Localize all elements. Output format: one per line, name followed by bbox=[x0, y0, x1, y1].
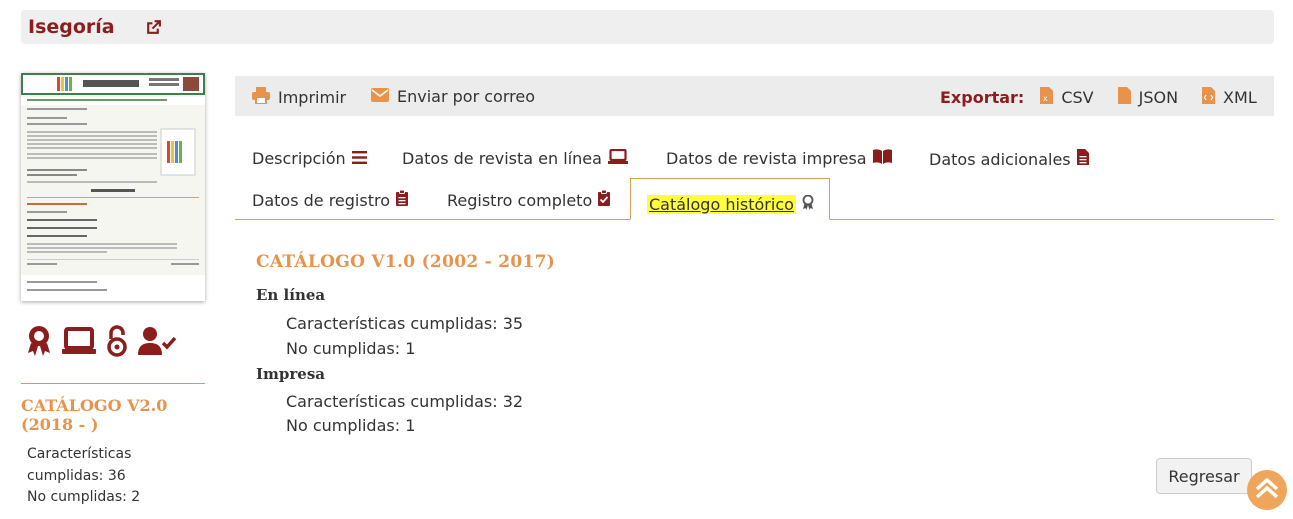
print-unmet-value: 1 bbox=[405, 416, 416, 435]
print-label: Imprimir bbox=[278, 88, 347, 107]
laptop-icon[interactable] bbox=[62, 326, 96, 360]
online-unmet-row: No cumplidas: 1 bbox=[286, 339, 415, 358]
print-met-value: 32 bbox=[502, 392, 524, 411]
laptop-icon bbox=[607, 148, 628, 168]
award-icon bbox=[802, 194, 814, 214]
tab-label: Datos de revista impresa bbox=[666, 149, 867, 168]
action-toolbar: Imprimir Enviar por correo Exportar: x C… bbox=[235, 76, 1274, 116]
email-label: Enviar por correo bbox=[397, 87, 535, 106]
award-icon[interactable] bbox=[26, 325, 52, 361]
clipboard-list-icon bbox=[396, 189, 408, 210]
tab-registro-completo[interactable]: Registro completo bbox=[447, 189, 611, 210]
tab-datos-en-linea[interactable]: Datos de revista en línea bbox=[402, 148, 628, 168]
journal-title-bar: Isegoría bbox=[21, 10, 1274, 44]
tab-label: Registro completo bbox=[447, 190, 593, 210]
print-met-row: Características cumplidas: 32 bbox=[286, 392, 523, 411]
online-met-label: Características cumplidas: bbox=[286, 314, 498, 333]
csv-label: CSV bbox=[1061, 88, 1094, 107]
online-met-value: 35 bbox=[502, 314, 524, 333]
json-label: JSON bbox=[1138, 88, 1179, 107]
tab-datos-impresa[interactable]: Datos de revista impresa bbox=[666, 149, 892, 168]
export-xml-button[interactable]: XML bbox=[1202, 87, 1257, 108]
export-label: Exportar: bbox=[940, 88, 1025, 107]
external-link-icon[interactable] bbox=[145, 19, 162, 40]
online-heading: En línea bbox=[256, 286, 326, 304]
sidebar-unmet-value: 2 bbox=[131, 489, 141, 505]
csv-file-icon: x bbox=[1040, 87, 1054, 108]
export-json-button[interactable]: JSON bbox=[1117, 87, 1179, 108]
list-icon bbox=[351, 149, 367, 168]
back-button[interactable]: Regresar bbox=[1156, 458, 1252, 494]
online-met-row: Características cumplidas: 35 bbox=[286, 314, 523, 333]
export-group: Exportar: x CSV JSON XML bbox=[940, 87, 1257, 108]
envelope-icon bbox=[371, 87, 389, 106]
book-open-icon bbox=[872, 149, 892, 168]
printer-icon bbox=[252, 87, 270, 108]
tab-datos-registro[interactable]: Datos de registro bbox=[252, 189, 408, 210]
chevron-up-icon bbox=[1254, 477, 1280, 503]
xml-label: XML bbox=[1223, 88, 1257, 107]
print-unmet-row: No cumplidas: 1 bbox=[286, 416, 415, 435]
website-thumbnail[interactable] bbox=[21, 73, 205, 301]
tab-catalogo-historico[interactable]: Catálogo histórico bbox=[630, 178, 830, 220]
xml-file-icon bbox=[1202, 87, 1216, 108]
email-button[interactable]: Enviar por correo bbox=[371, 87, 535, 106]
indexing-badges bbox=[26, 325, 177, 361]
print-met-label: Características cumplidas: bbox=[286, 392, 498, 411]
tab-descripcion[interactable]: Descripción bbox=[252, 149, 367, 168]
print-unmet-label: No cumplidas: bbox=[286, 416, 401, 435]
online-unmet-label: No cumplidas: bbox=[286, 339, 401, 358]
export-csv-button[interactable]: x CSV bbox=[1040, 87, 1094, 108]
tab-datos-adicionales[interactable]: Datos adicionales bbox=[929, 149, 1089, 169]
json-file-icon bbox=[1117, 87, 1131, 108]
sidebar-catalog-title: CATÁLOGO V2.0 (2018 - ) bbox=[21, 396, 168, 434]
tab-label: Catálogo histórico bbox=[647, 194, 796, 214]
user-check-icon[interactable] bbox=[138, 326, 177, 360]
clipboard-check-icon bbox=[598, 189, 611, 210]
tab-label: Datos de registro bbox=[252, 190, 390, 210]
print-button[interactable]: Imprimir bbox=[252, 87, 346, 108]
sidebar-met-value: 36 bbox=[107, 467, 126, 484]
scroll-to-top-button[interactable] bbox=[1247, 470, 1287, 510]
tab-label: Datos adicionales bbox=[929, 149, 1071, 169]
tab-label: Datos de revista en línea bbox=[402, 149, 602, 168]
online-unmet-value: 1 bbox=[405, 339, 416, 358]
journal-title[interactable]: Isegoría bbox=[28, 16, 115, 38]
print-heading: Impresa bbox=[256, 365, 325, 383]
tab-label: Descripción bbox=[252, 149, 346, 168]
sidebar-catalog-stats: Características cumplidas: 36 No cumplid… bbox=[27, 444, 177, 509]
open-access-icon[interactable] bbox=[106, 325, 128, 361]
catalog-history-title: CATÁLOGO V1.0 (2002 - 2017) bbox=[256, 252, 556, 272]
svg-text:x: x bbox=[1043, 94, 1048, 103]
sidebar-unmet-label: No cumplidas: bbox=[27, 489, 127, 505]
sidebar-divider bbox=[21, 383, 205, 384]
file-text-icon bbox=[1076, 149, 1089, 169]
